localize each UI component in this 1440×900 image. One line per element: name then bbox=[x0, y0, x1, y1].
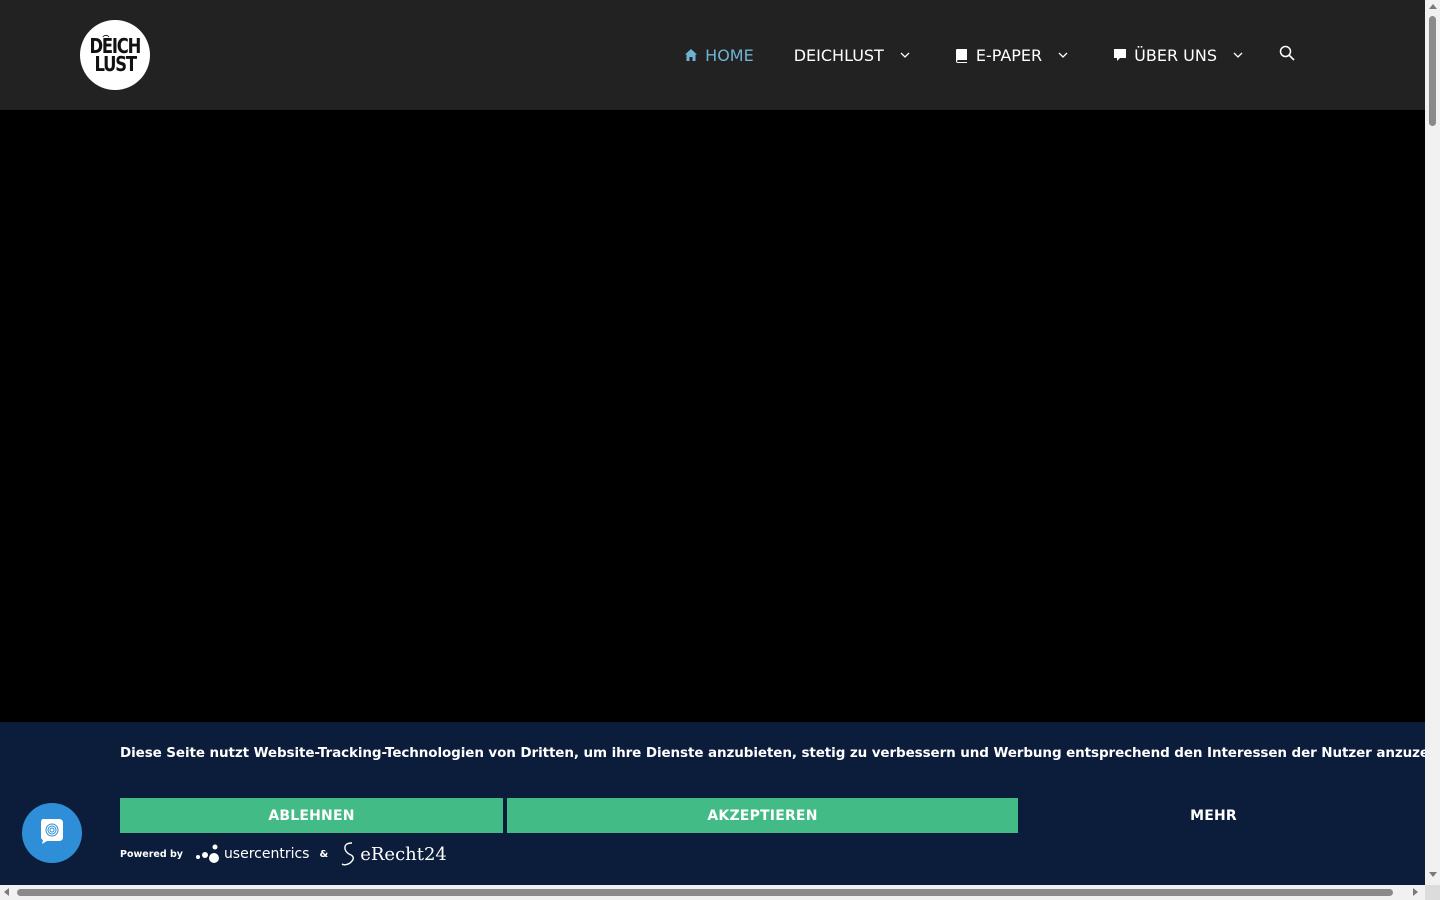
more-button[interactable]: MEHR bbox=[1022, 798, 1405, 833]
erecht24-logo[interactable]: eRecht24 bbox=[338, 841, 447, 867]
erecht24-section-icon bbox=[341, 842, 355, 866]
vertical-scroll-thumb[interactable] bbox=[1429, 16, 1436, 126]
search-icon bbox=[1279, 45, 1295, 65]
nav-label-ueber-uns: ÜBER UNS bbox=[1134, 45, 1217, 65]
main-nav: HOME DEICHLUST E-PAPER ÜBER UNS bbox=[663, 0, 1307, 110]
usercentrics-logo[interactable]: usercentrics bbox=[195, 843, 310, 865]
cookie-banner: Diese Seite nutzt Website-Tracking-Techn… bbox=[0, 722, 1440, 885]
scroll-up-arrow-icon[interactable] bbox=[1429, 4, 1437, 9]
vertical-scrollbar[interactable] bbox=[1425, 0, 1440, 885]
speech-bubble-icon bbox=[1112, 47, 1128, 63]
scroll-left-arrow-icon[interactable] bbox=[4, 888, 9, 896]
site-header: ⌒ DEICH LUST HOME DEICHLUST E-PAPER ÜBER… bbox=[0, 0, 1425, 110]
deny-button[interactable]: ABLEHNEN bbox=[120, 798, 503, 833]
nav-label-deichlust: DEICHLUST bbox=[793, 45, 884, 65]
logo-line2: LUST bbox=[94, 52, 137, 76]
cookie-message: Diese Seite nutzt Website-Tracking-Techn… bbox=[120, 745, 1440, 761]
nav-label-epaper: E-PAPER bbox=[975, 45, 1043, 65]
erecht24-label: eRecht24 bbox=[360, 843, 447, 865]
chevron-down-icon bbox=[1054, 49, 1072, 61]
accept-button[interactable]: AKZEPTIEREN bbox=[507, 798, 1018, 833]
nav-label-home: HOME bbox=[705, 45, 754, 65]
nav-item-home[interactable]: HOME bbox=[663, 0, 774, 110]
horizontal-scrollbar[interactable] bbox=[0, 885, 1425, 900]
scroll-right-arrow-icon[interactable] bbox=[1413, 888, 1418, 896]
scrollbar-corner bbox=[1425, 885, 1440, 900]
privacy-settings-button[interactable] bbox=[22, 803, 82, 863]
chevron-down-icon bbox=[896, 49, 914, 61]
hero-video-area bbox=[0, 110, 1425, 722]
usercentrics-dots-icon bbox=[195, 843, 221, 865]
powered-by-label: Powered by bbox=[120, 848, 183, 860]
fingerprint-icon bbox=[37, 816, 67, 850]
powered-by: Powered by usercentrics & eRecht24 bbox=[120, 842, 447, 866]
usercentrics-label: usercentrics bbox=[223, 846, 310, 862]
nav-item-ueber-uns[interactable]: ÜBER UNS bbox=[1092, 0, 1267, 110]
site-logo[interactable]: ⌒ DEICH LUST bbox=[80, 20, 150, 90]
chevron-down-icon bbox=[1229, 49, 1247, 61]
nav-item-epaper[interactable]: E-PAPER bbox=[934, 0, 1092, 110]
search-button[interactable] bbox=[1267, 0, 1307, 110]
nav-item-deichlust[interactable]: DEICHLUST bbox=[774, 0, 934, 110]
scroll-down-arrow-icon[interactable] bbox=[1429, 872, 1437, 877]
ampersand: & bbox=[319, 848, 329, 860]
book-icon bbox=[954, 47, 970, 63]
horizontal-scroll-thumb[interactable] bbox=[17, 889, 1393, 896]
home-icon bbox=[683, 47, 699, 63]
